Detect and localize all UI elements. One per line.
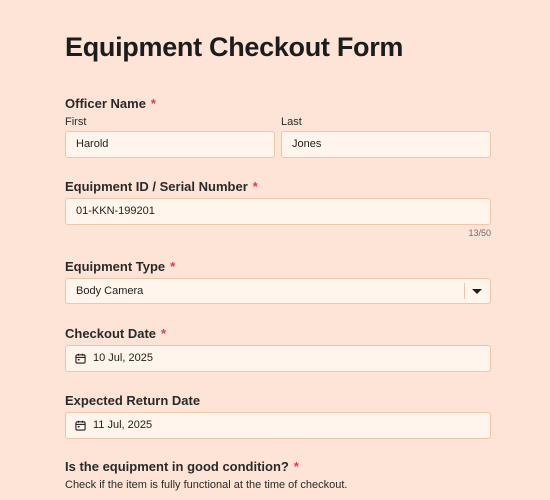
character-counter: 13/50 [468,228,491,238]
checkout-date-input[interactable]: 10 Jul, 2025 [65,345,491,372]
select-divider [464,283,465,299]
required-marker: * [161,326,167,341]
return-date-value: 11 Jul, 2025 [93,419,153,431]
condition-label: Is the equipment in good condition? * [65,459,299,474]
equipment-type-label: Equipment Type * [65,259,176,274]
equipment-id-input[interactable]: 01-KKN-199201 [65,198,491,225]
page-title: Equipment Checkout Form [65,32,404,62]
checkout-date-value: 10 Jul, 2025 [93,352,153,364]
officer-name-label: Officer Name * [65,96,156,111]
required-marker: * [170,259,176,274]
equipment-type-selected: Body Camera [76,285,144,297]
last-name-label: Last [281,116,302,128]
checkout-date-label: Checkout Date * [65,326,167,341]
last-name-input[interactable]: Jones [281,131,491,158]
chevron-down-icon[interactable] [472,289,482,294]
required-marker: * [150,96,156,111]
required-marker: * [293,459,299,474]
equipment-id-label: Equipment ID / Serial Number * [65,179,258,194]
first-name-input[interactable]: Harold [65,131,275,158]
calendar-icon[interactable] [75,353,86,364]
condition-helper-text: Check if the item is fully functional at… [65,479,348,491]
first-name-label: First [65,116,87,128]
calendar-icon[interactable] [75,420,86,431]
return-date-input[interactable]: 11 Jul, 2025 [65,412,491,439]
equipment-type-select[interactable]: Body Camera [65,278,491,304]
return-date-label: Expected Return Date [65,393,201,408]
required-marker: * [252,179,258,194]
